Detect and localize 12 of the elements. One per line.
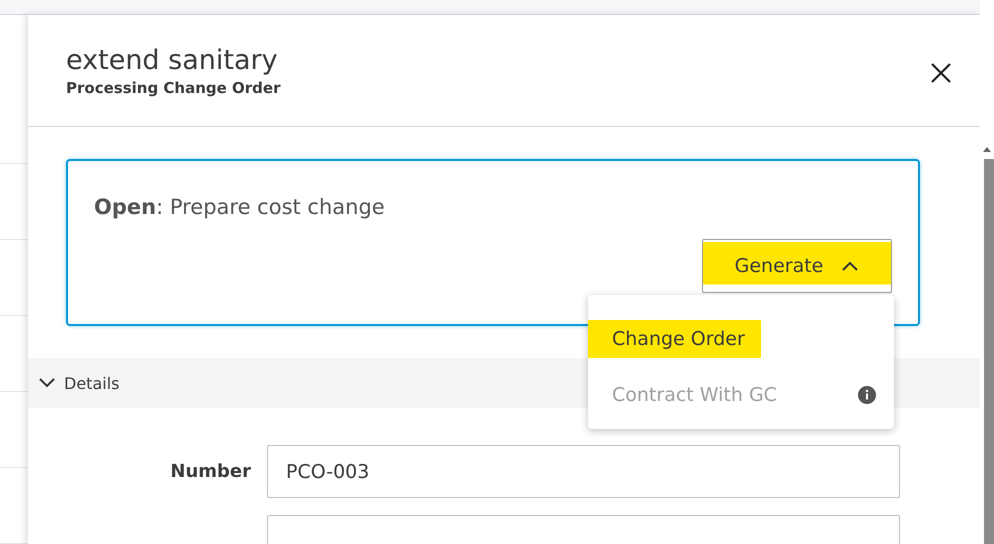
generate-button[interactable]: Generate xyxy=(702,239,892,293)
field-label: Number xyxy=(169,461,252,482)
panel-subtitle: Processing Change Order xyxy=(66,79,280,97)
status-text: Open: Prepare cost change xyxy=(94,195,386,219)
panel-title: extend sanitary xyxy=(66,45,279,77)
scroll-up-icon[interactable] xyxy=(982,145,992,153)
scrollbar[interactable] xyxy=(980,0,994,544)
chevron-icon xyxy=(38,377,56,389)
input-field[interactable]: PCO-003 xyxy=(267,445,900,498)
caret-icon xyxy=(841,260,860,272)
close-button[interactable] xyxy=(930,62,952,84)
close-icon xyxy=(930,62,952,84)
